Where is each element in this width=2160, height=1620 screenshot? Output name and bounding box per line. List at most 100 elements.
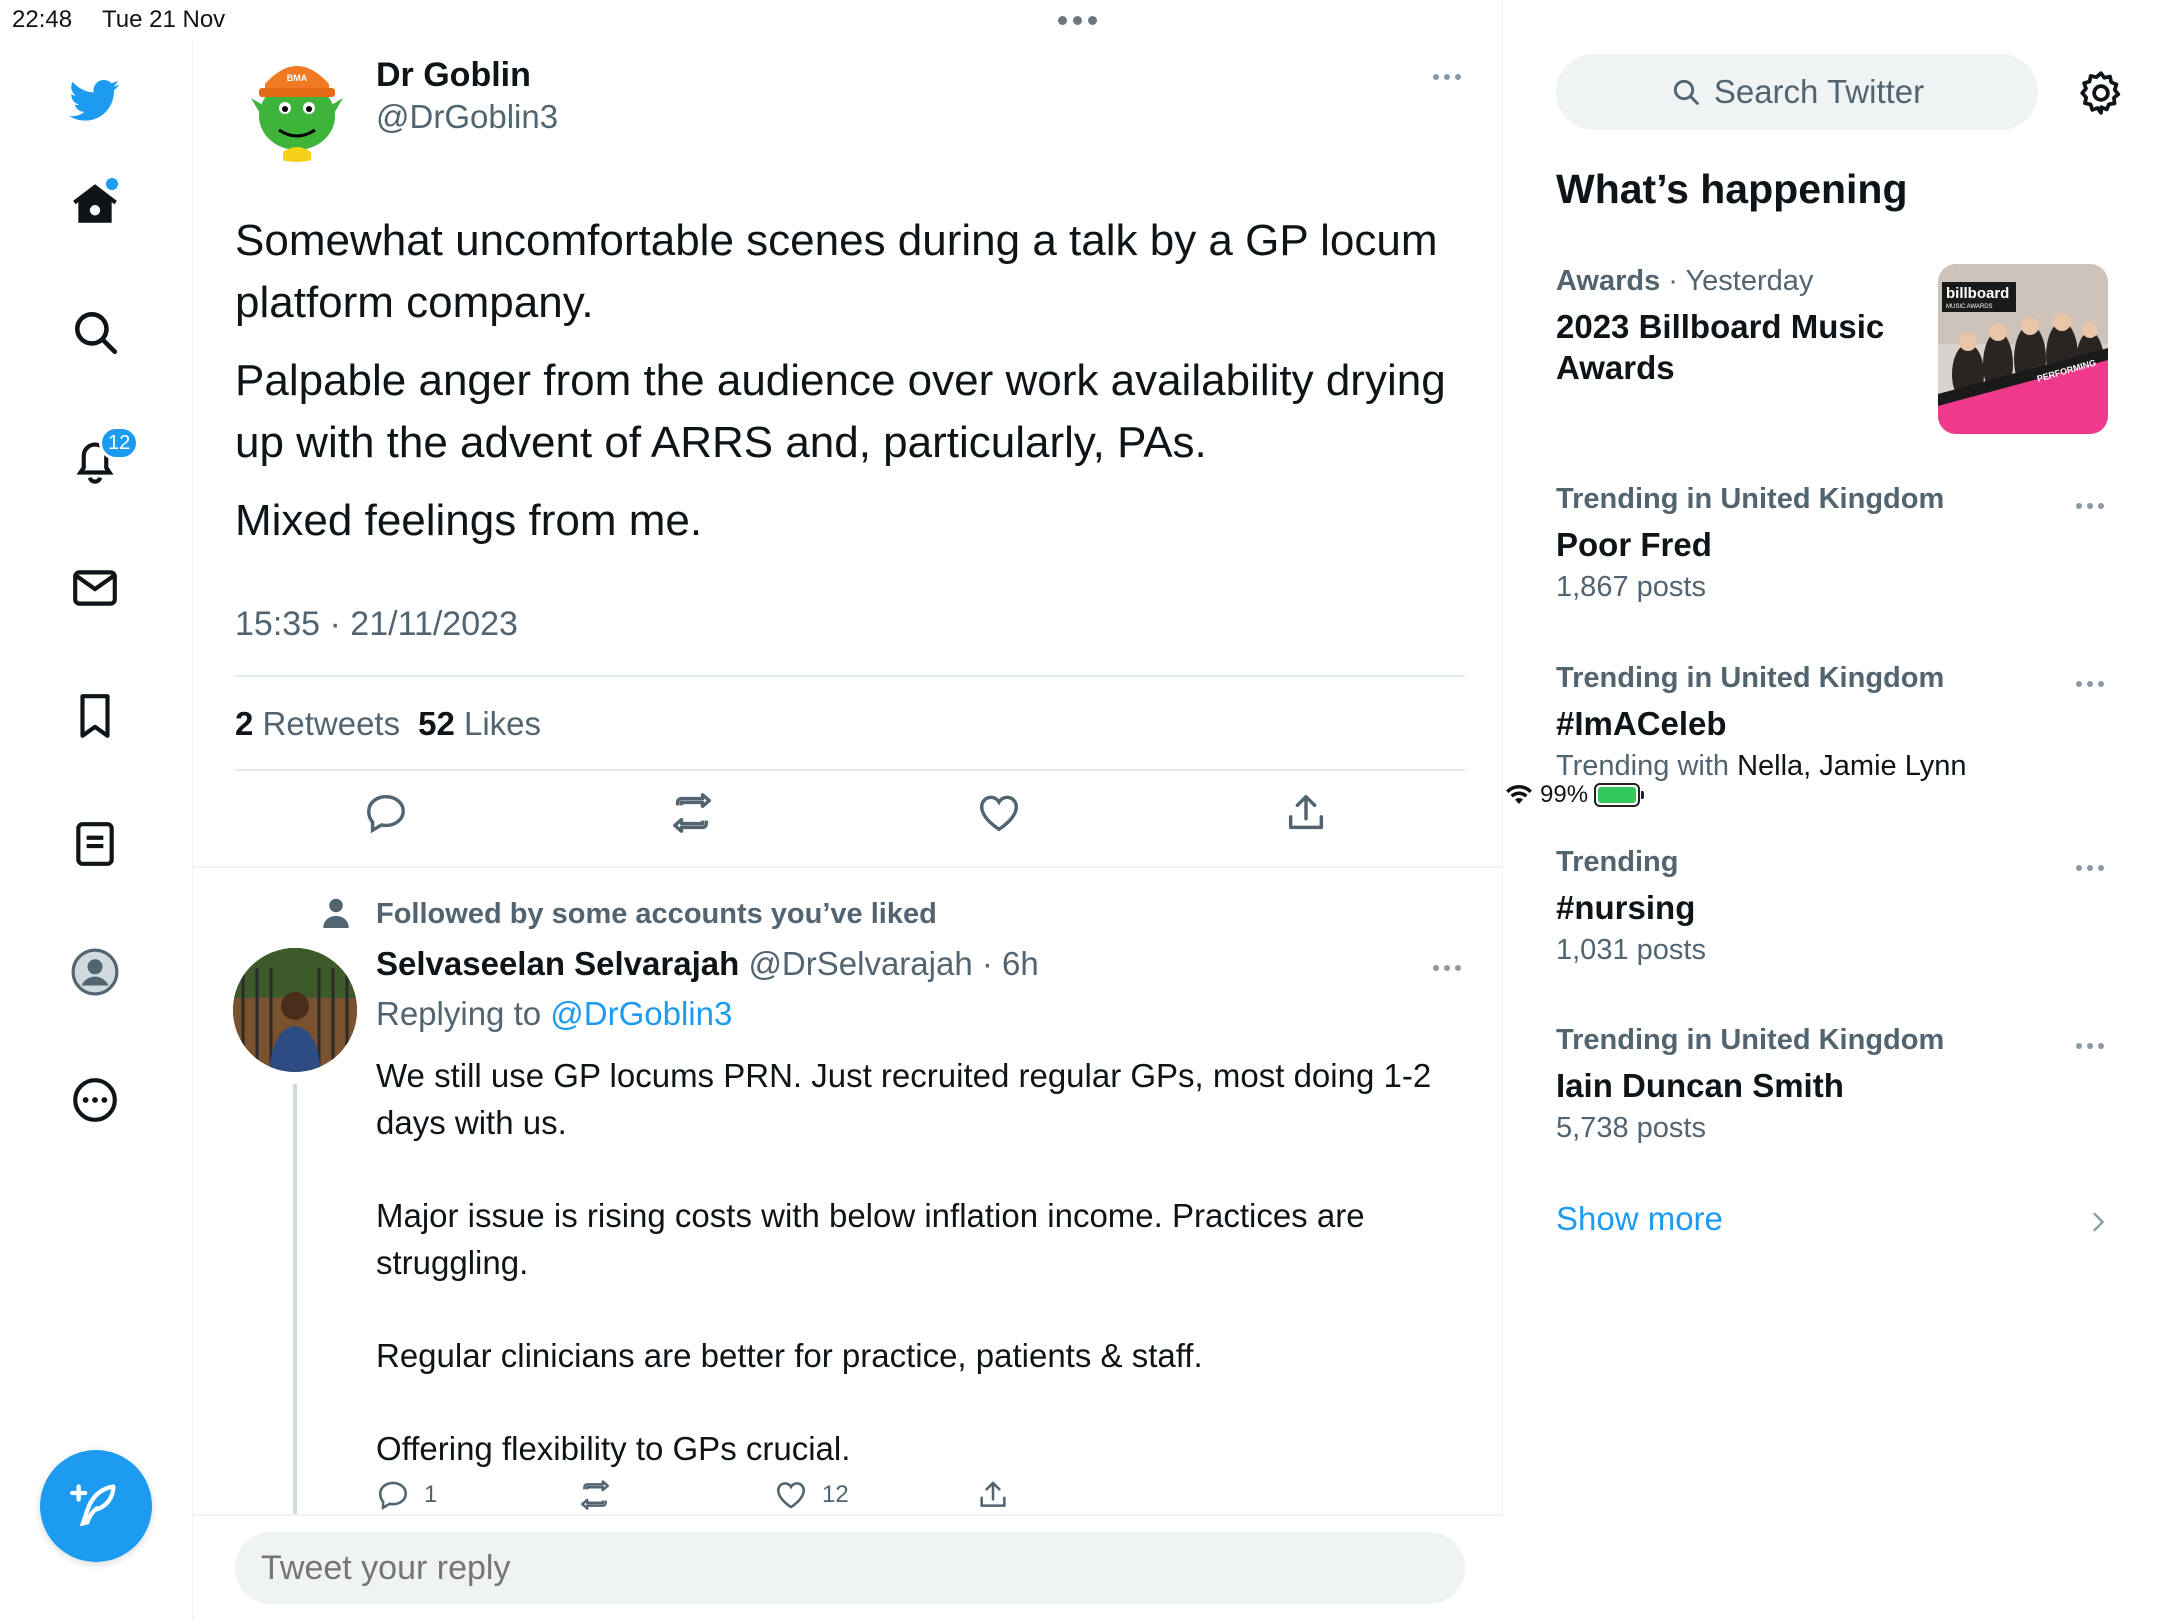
compose-tweet-button[interactable]: [40, 1450, 152, 1562]
billboard-thumbnail[interactable]: PERFORMING billboard MUSIC AWARDS: [1938, 264, 2108, 434]
trend-title: #ImACeleb: [1556, 705, 1727, 742]
retweets-stat[interactable]: 2 Retweets: [235, 705, 400, 743]
bookmark-icon: [80, 694, 110, 738]
reply-retweet-button[interactable]: [578, 1478, 612, 1512]
tweet-stats: 2 Retweets 52 Likes: [235, 705, 541, 743]
trend-context-time: · Yesterday: [1660, 265, 1814, 297]
reply-avatar-image: [233, 948, 357, 1072]
reply-paragraph: Major issue is rising costs with below i…: [376, 1197, 1365, 1281]
billboard-logo-text: billboard: [1946, 285, 2009, 302]
chevron-right-icon[interactable]: [2084, 1208, 2112, 1236]
trend-item[interactable]: Trending #nursing 1,031 posts: [1556, 846, 2116, 967]
reply-reply-button[interactable]: 1: [376, 1478, 437, 1512]
lists-icon: [76, 822, 114, 866]
trend-more-icon[interactable]: [2076, 865, 2104, 871]
nav-notifications[interactable]: 12: [55, 420, 140, 500]
retweets-count: 2: [235, 705, 254, 742]
reply-header: Selvaseelan Selvarajah @DrSelvarajah · 6…: [376, 945, 1039, 983]
right-sidebar: Search Twitter What’s happening Awards ·…: [1504, 40, 2160, 1620]
retweet-button[interactable]: [669, 790, 719, 840]
trend-more-icon[interactable]: [2076, 681, 2104, 687]
search-icon: [1673, 79, 1699, 105]
trend-context: Awards: [1556, 265, 1661, 297]
profile-icon: [71, 948, 119, 996]
trend-context: Trending in United Kingdom: [1556, 483, 1945, 515]
reply-text: We still use GP locums PRN. Just recruit…: [376, 1052, 1456, 1518]
reply-reply-count: 1: [424, 1481, 438, 1508]
trend-with-label: Trending with: [1556, 750, 1738, 782]
reply-paragraph: Regular clinicians are better for practi…: [376, 1337, 1203, 1374]
mail-icon: [73, 570, 117, 606]
likes-stat[interactable]: 52 Likes: [418, 705, 541, 743]
compose-feather-icon: [70, 1484, 116, 1527]
avatar-badge-text: BMA: [287, 73, 308, 83]
person-icon: [323, 898, 349, 928]
trend-item[interactable]: Trending in United Kingdom Poor Fred 1,8…: [1556, 483, 2116, 604]
home-unread-dot: [106, 178, 118, 190]
nav-bookmarks[interactable]: [55, 676, 135, 756]
tweet-more-icon[interactable]: [1433, 74, 1461, 80]
tweet-text: Somewhat uncomfortable scenes during a t…: [235, 210, 1465, 568]
reply-icon: [378, 1481, 408, 1510]
tweet-paragraph: Palpable anger from the audience over wo…: [235, 356, 1446, 467]
trend-title: 2023 Billboard Music Awards: [1556, 308, 1885, 386]
gear-icon[interactable]: [2076, 68, 2126, 118]
reply-input[interactable]: [235, 1532, 1465, 1604]
divider: [235, 769, 1465, 771]
replying-to: Replying to @DrGoblin3: [376, 995, 732, 1033]
nav-messages[interactable]: [55, 548, 135, 628]
trend-title: #nursing: [1556, 889, 1696, 926]
trend-item[interactable]: Trending in United Kingdom Iain Duncan S…: [1556, 1024, 2116, 1145]
nav-more[interactable]: [55, 1060, 135, 1140]
trend-count: 5,738 posts: [1556, 1112, 1706, 1144]
reply-composer-bar: [193, 1514, 1503, 1620]
nav-home[interactable]: [55, 164, 135, 244]
reply-author-avatar[interactable]: [233, 948, 357, 1072]
reply-more-icon[interactable]: [1433, 965, 1461, 971]
likes-label: Likes: [463, 705, 542, 742]
nav-lists[interactable]: [55, 804, 135, 884]
retweet-icon: [580, 1480, 610, 1510]
trend-count: 1,031 posts: [1556, 934, 1706, 966]
trend-more-icon[interactable]: [2076, 1043, 2104, 1049]
author-name[interactable]: Dr Goblin: [376, 56, 531, 95]
reply-button[interactable]: [363, 790, 413, 840]
share-icon: [980, 1481, 1006, 1507]
tweet-actions: [193, 790, 1503, 850]
share-icon: [1288, 794, 1324, 830]
likes-count: 52: [418, 705, 455, 742]
tweet-timestamp[interactable]: 15:35 · 21/11/2023: [235, 605, 518, 644]
reply-like-button[interactable]: 12: [774, 1478, 849, 1512]
billboard-image: PERFORMING billboard MUSIC AWARDS: [1938, 264, 2108, 434]
trend-title: Iain Duncan Smith: [1556, 1067, 1844, 1104]
trend-title: Poor Fred: [1556, 526, 1712, 563]
heart-icon: [980, 795, 1018, 832]
goblin-avatar-image: BMA: [235, 38, 359, 162]
social-context: Followed by some accounts you’ve liked: [376, 898, 937, 930]
replying-mention-link[interactable]: @DrGoblin3: [550, 995, 732, 1032]
more-circle-icon: [73, 1078, 117, 1122]
retweet-icon: [673, 793, 711, 833]
retweets-label: Retweets: [262, 705, 401, 742]
tweet-paragraph: Somewhat uncomfortable scenes during a t…: [235, 216, 1438, 327]
search-icon: [75, 312, 118, 355]
show-more-link[interactable]: Show more: [1556, 1200, 1723, 1238]
reply-paragraph: Offering flexibility to GPs crucial.: [376, 1430, 851, 1467]
author-handle[interactable]: @DrGoblin3: [376, 98, 558, 136]
section-divider: [193, 866, 1503, 868]
reply-share-button[interactable]: [976, 1478, 1010, 1512]
nav-search[interactable]: [55, 292, 135, 372]
nav-profile[interactable]: [55, 932, 135, 1012]
author-avatar[interactable]: BMA: [235, 38, 359, 162]
trend-context: Trending in United Kingdom: [1556, 1024, 1945, 1056]
reply-handle-time[interactable]: @DrSelvarajah · 6h: [748, 945, 1038, 982]
twitter-logo-icon[interactable]: [55, 60, 135, 140]
trend-more-icon[interactable]: [2076, 503, 2104, 509]
notifications-badge: 12: [99, 426, 140, 460]
replying-label: Replying to: [376, 995, 542, 1032]
trend-item[interactable]: Trending in United Kingdom #ImACeleb Tre…: [1556, 662, 2116, 783]
share-button[interactable]: [1283, 790, 1333, 840]
like-button[interactable]: [976, 790, 1026, 840]
search-twitter-input[interactable]: Search Twitter: [1556, 54, 2038, 130]
reply-author-name[interactable]: Selvaseelan Selvarajah: [376, 945, 739, 982]
